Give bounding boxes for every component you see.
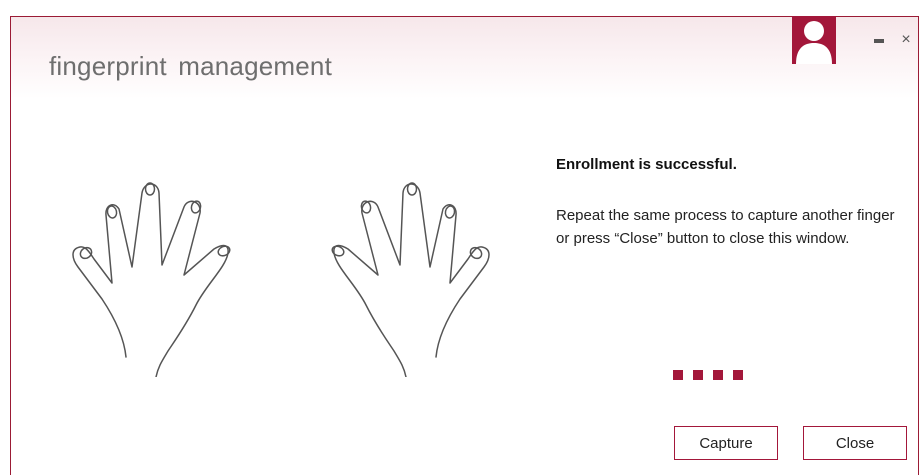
hands-illustration: [72, 182, 490, 377]
close-button[interactable]: Close: [803, 426, 907, 460]
progress-dot: [713, 370, 723, 380]
capture-button[interactable]: Capture: [674, 426, 778, 460]
window-close-button[interactable]: ×: [898, 31, 914, 49]
status-message: Repeat the same process to capture anoth…: [556, 207, 895, 247]
progress-indicator: [673, 370, 743, 380]
app-title: fingerprint management: [49, 51, 332, 81]
fingerprint-window: fingerprint management × Enrollment is s…: [10, 16, 919, 475]
status-heading: Enrollment is successful.: [556, 156, 737, 173]
progress-dot: [673, 370, 683, 380]
user-avatar-icon: [792, 16, 836, 64]
progress-dot: [693, 370, 703, 380]
minimize-button[interactable]: [874, 39, 884, 43]
progress-dot: [733, 370, 743, 380]
